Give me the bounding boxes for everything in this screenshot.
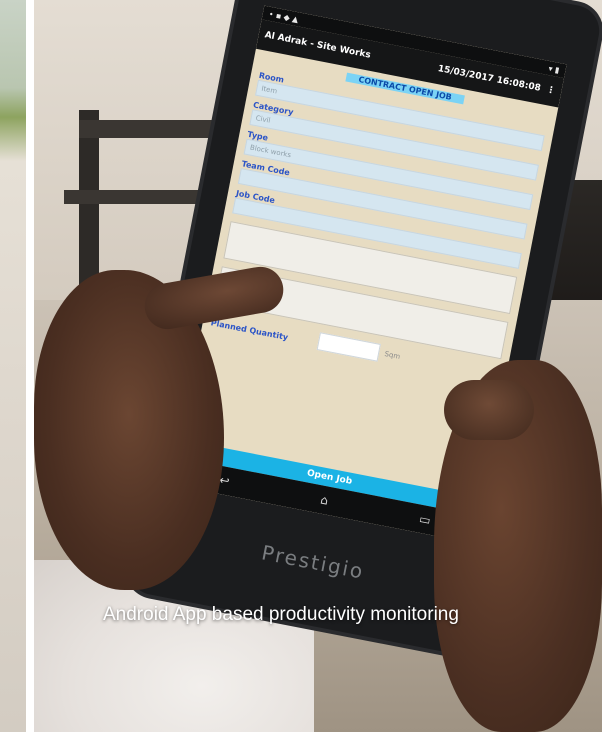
recent-apps-icon[interactable]: ▭ — [418, 512, 432, 528]
photo-caption: Android App based productivity monitorin… — [103, 604, 459, 625]
right-thumb — [444, 380, 534, 440]
quantity-unit: Sqm — [383, 349, 401, 361]
planned-quantity-input[interactable] — [316, 332, 381, 362]
planned-quantity-label: Planned Quantity — [209, 318, 289, 343]
left-photo-strip — [0, 0, 26, 732]
status-time-icon: ▾ ▮ — [547, 63, 561, 75]
home-icon[interactable]: ⌂ — [319, 493, 329, 508]
photo-divider — [26, 0, 34, 732]
job-form: CONTRACT OPEN JOB Room Item Category Civ… — [201, 49, 558, 390]
overflow-menu-icon[interactable]: ⋮ — [545, 85, 556, 97]
